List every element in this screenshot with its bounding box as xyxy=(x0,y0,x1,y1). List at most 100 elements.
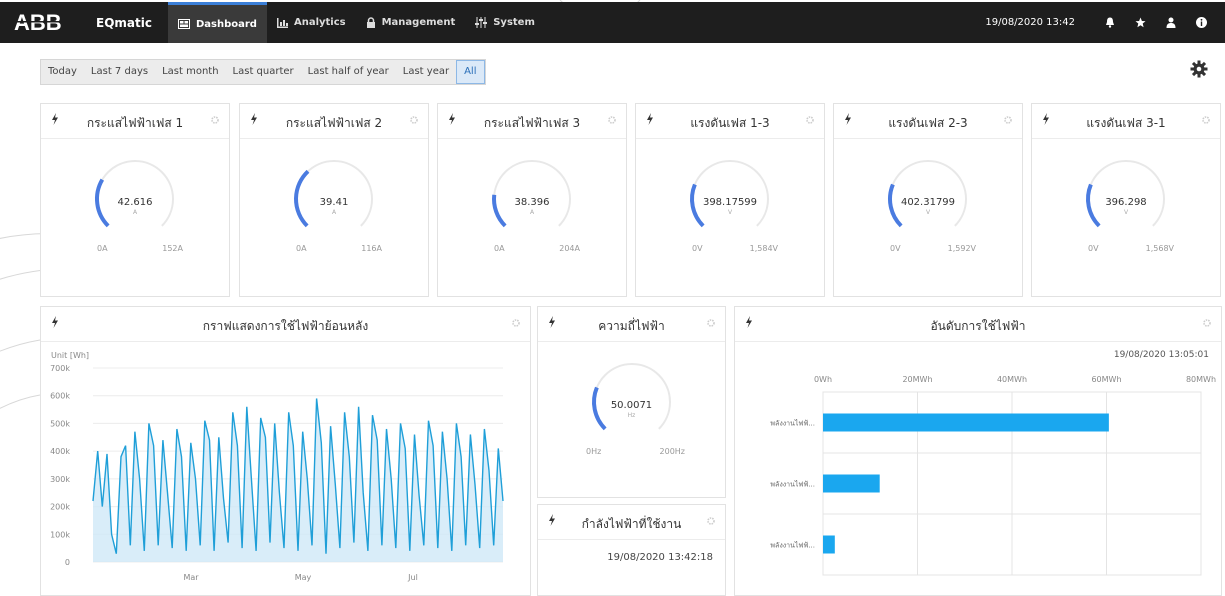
gauge-unit: A xyxy=(529,209,535,216)
gauge-max: 204A xyxy=(559,244,580,253)
star-icon[interactable] xyxy=(1135,17,1146,28)
active-power-title: กำลังไฟฟ้าที่ใช้งาน xyxy=(581,517,682,531)
gauge-min: 0V xyxy=(890,244,901,253)
gauge-max: 152A xyxy=(162,244,183,253)
cog-icon[interactable] xyxy=(410,114,418,127)
gauge-min: 0V xyxy=(1088,244,1099,253)
settings-gear-icon[interactable] xyxy=(1190,60,1208,78)
cog-icon[interactable] xyxy=(1202,114,1210,127)
y-tick-label: 100k xyxy=(50,530,70,539)
gauge-max: 1,592V xyxy=(947,244,976,253)
gauge-card: แรงดันเฟส 1-3 398.17599 V 0V 1,584V xyxy=(635,103,825,297)
gauge-unit: A xyxy=(331,209,337,216)
gauge-value: 396.298 xyxy=(1105,197,1147,208)
lock-icon xyxy=(366,17,376,28)
gauge-unit: V xyxy=(1123,209,1129,216)
gauge-card: แรงดันเฟส 3-1 396.298 V 0V 1,568V xyxy=(1031,103,1221,297)
gauge-title: แรงดันเฟส 1-3 xyxy=(690,116,770,130)
y-tick-label: 500k xyxy=(50,419,70,428)
bell-icon[interactable] xyxy=(1105,17,1115,28)
gauge-value: 38.396 xyxy=(514,197,550,208)
gauge-value: 398.17599 xyxy=(702,197,758,208)
frequency-max: 200Hz xyxy=(659,447,685,456)
range-last-year[interactable]: Last year xyxy=(396,60,456,84)
gauge-title: กระแสไฟฟ้าเฟส 3 xyxy=(483,116,581,130)
history-area-chart: 0 100k 200k 300k 400k 500k 600k 700k Unit [Wh] Ma… xyxy=(50,351,504,582)
tab-management[interactable]: Management xyxy=(356,2,466,43)
frequency-card: ความถี่ไฟฟ้า 50.0071 Hz 0Hz 200Hz xyxy=(537,306,726,498)
gauge-value: 39.41 xyxy=(319,197,349,208)
gauge-unit: A xyxy=(132,209,138,216)
gauge-title: แรงดันเฟส 2-3 xyxy=(888,116,968,130)
gauge-unit: V xyxy=(925,209,931,216)
gauge-title: กระแสไฟฟ้าเฟส 2 xyxy=(285,116,383,130)
gauge-value: 402.31799 xyxy=(900,197,956,208)
gauge-card: กระแสไฟฟ้าเฟส 3 38.396 A 0A 204A xyxy=(437,103,627,297)
frequency-unit: Hz xyxy=(627,412,636,419)
x-tick-label: 60MWh xyxy=(1091,375,1121,384)
y-axis-label: Unit [Wh] xyxy=(51,351,89,360)
y-tick-label: 300k xyxy=(50,475,70,484)
gauge-min: 0A xyxy=(296,244,307,253)
sliders-icon xyxy=(475,17,488,28)
bar[interactable] xyxy=(823,535,835,554)
gauge-card: กระแสไฟฟ้าเฟส 2 39.41 A 0A 116A xyxy=(239,103,429,297)
gauge-unit: V xyxy=(727,209,733,216)
cog-icon[interactable] xyxy=(806,114,814,127)
gauge-max: 116A xyxy=(361,244,382,253)
bar-category-label: พลังงานไฟฟ้... xyxy=(770,480,815,489)
y-tick-label: 0 xyxy=(65,558,70,567)
date-range-selector: Today Last 7 days Last month Last quarte… xyxy=(40,59,486,85)
ranking-card: อันดับการใช้ไฟฟ้า 19/08/2020 13:05:01 0W… xyxy=(734,306,1222,596)
range-today[interactable]: Today xyxy=(41,60,84,84)
gauge-card: แรงดันเฟส 2-3 402.31799 V 0V 1,592V xyxy=(833,103,1023,297)
gauge-max: 1,584V xyxy=(749,244,778,253)
bar-category-label: พลังงานไฟฟ้... xyxy=(770,541,815,550)
gauge-max: 1,568V xyxy=(1145,244,1174,253)
y-tick-label: 700k xyxy=(50,364,70,373)
range-all[interactable]: All xyxy=(456,60,485,84)
abb-logo[interactable]: ABB xyxy=(14,8,74,38)
tab-dashboard[interactable]: Dashboard xyxy=(167,2,267,43)
x-tick-label: 0Wh xyxy=(814,375,832,384)
user-icon[interactable] xyxy=(1166,17,1176,28)
x-tick-label: May xyxy=(295,573,312,582)
tab-label: Analytics xyxy=(293,17,346,28)
cog-icon[interactable] xyxy=(608,114,616,127)
tab-analytics[interactable]: Analytics xyxy=(267,2,356,43)
range-last-month[interactable]: Last month xyxy=(155,60,225,84)
y-tick-label: 200k xyxy=(50,503,70,512)
cog-icon[interactable] xyxy=(211,114,219,127)
gauge-card: กระแสไฟฟ้าเฟส 1 42.616 A 0A 152A xyxy=(40,103,230,297)
ranking-bar-chart: 0Wh 20MWh 40MWh 60MWh 80MWh พลังงานไฟฟ้... พลั… xyxy=(770,375,1216,576)
active-power-card: กำลังไฟฟ้าที่ใช้งาน 19/08/2020 13:42:18 xyxy=(537,504,726,596)
bar-category-label: พลังงานไฟฟ้... xyxy=(770,419,815,428)
dashboard-icon xyxy=(177,19,190,29)
tab-label: Management xyxy=(381,17,456,28)
x-tick-label: Mar xyxy=(183,573,199,582)
bar[interactable] xyxy=(823,413,1109,432)
tab-label: Dashboard xyxy=(195,18,257,30)
cog-icon[interactable] xyxy=(707,515,715,528)
range-last-half-year[interactable]: Last half of year xyxy=(301,60,396,84)
range-last-quarter[interactable]: Last quarter xyxy=(226,60,301,84)
gauge-min: 0A xyxy=(494,244,505,253)
frequency-value: 50.0071 xyxy=(610,400,653,411)
range-last-7-days[interactable]: Last 7 days xyxy=(84,60,155,84)
app-name: EQmatic xyxy=(96,15,152,30)
bar-chart-icon xyxy=(276,17,288,28)
gauge-min: 0V xyxy=(692,244,703,253)
x-tick-label: 40MWh xyxy=(997,375,1027,384)
cog-icon[interactable] xyxy=(1004,114,1012,127)
bar[interactable] xyxy=(823,474,880,493)
cog-icon[interactable] xyxy=(707,317,715,330)
top-navbar: ABB EQmatic Dashboard Analytics Manageme… xyxy=(0,2,1225,43)
gauge-value: 42.616 xyxy=(117,197,153,208)
tab-system[interactable]: System xyxy=(465,2,545,43)
frequency-min: 0Hz xyxy=(586,447,602,456)
y-tick-label: 400k xyxy=(50,447,70,456)
info-icon[interactable] xyxy=(1196,17,1207,28)
frequency-title: ความถี่ไฟฟ้า xyxy=(598,319,665,333)
gauge-title: แรงดันเฟส 3-1 xyxy=(1086,116,1166,130)
x-tick-label: 80MWh xyxy=(1186,375,1216,384)
